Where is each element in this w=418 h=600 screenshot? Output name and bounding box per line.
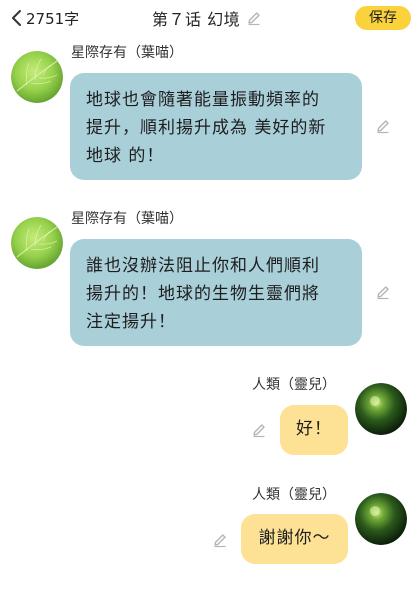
message-bubble[interactable]: 誰也沒辦法阻止你和人們順利 揚升的！地球的生物生靈們將 注定揚升！ xyxy=(70,239,362,346)
sender-name: 人類（靈兒） xyxy=(252,487,336,503)
pencil-icon[interactable] xyxy=(212,532,228,548)
message-bubble[interactable]: 好！ xyxy=(280,405,348,455)
top-bar: 2751字 第７话 幻境 保存 xyxy=(0,0,418,38)
avatar[interactable] xyxy=(355,493,407,545)
avatar[interactable] xyxy=(355,383,407,435)
pencil-icon xyxy=(246,10,262,26)
message-bubble[interactable]: 地球也會隨著能量振動頻率的 提升，順利揚升成為 美好的新 地球 的！ xyxy=(70,73,362,180)
green-leaf-avatar xyxy=(11,217,63,269)
sender-name: 星際存有（葉喵） xyxy=(71,45,183,61)
save-button[interactable]: 保存 xyxy=(355,6,411,30)
dark-green-sphere-avatar xyxy=(355,493,407,545)
word-count: 2751字 xyxy=(26,9,80,28)
dark-green-sphere-avatar xyxy=(355,383,407,435)
avatar[interactable] xyxy=(11,217,63,269)
avatar[interactable] xyxy=(11,51,63,103)
chapter-title: 第７话 幻境 xyxy=(152,10,241,29)
green-leaf-avatar xyxy=(11,51,63,103)
message-bubble[interactable]: 謝謝你～ xyxy=(241,514,348,564)
pencil-icon[interactable] xyxy=(375,118,391,134)
chevron-left-icon xyxy=(10,9,22,27)
back-button[interactable]: 2751字 xyxy=(10,7,79,29)
sender-name: 星際存有（葉喵） xyxy=(71,211,183,227)
chapter-title-editor[interactable]: 第７话 幻境 xyxy=(152,6,262,30)
pencil-icon[interactable] xyxy=(251,422,267,438)
pencil-icon[interactable] xyxy=(375,284,391,300)
sender-name: 人類（靈兒） xyxy=(252,377,336,393)
